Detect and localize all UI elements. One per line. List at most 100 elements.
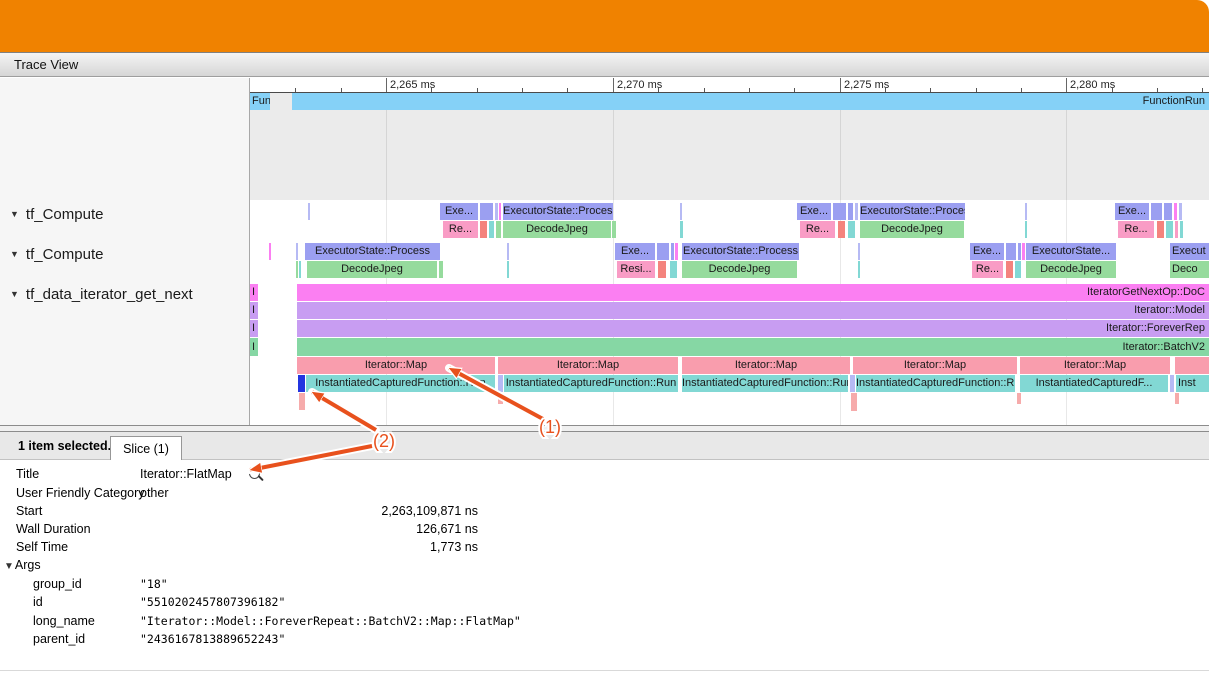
trace-slice[interactable]: InstantiatedCapturedF...	[1020, 375, 1168, 392]
trace-slice[interactable]	[1157, 221, 1164, 238]
trace-slice[interactable]	[848, 203, 853, 220]
trace-slice[interactable]	[848, 221, 855, 238]
trace-slice[interactable]: ExecutorState...	[1026, 243, 1116, 260]
trace-slice[interactable]: IteratorGetNextOp::DoC	[297, 284, 1209, 301]
trace-slice[interactable]: Iterator::Model	[297, 302, 1209, 319]
trace-slice[interactable]: I	[250, 284, 258, 301]
timeline-canvas[interactable]: 2,265 ms2,270 ms2,275 ms2,280 ms FunFunc…	[250, 78, 1209, 425]
collapse-triangle-icon[interactable]: ▼	[10, 249, 19, 259]
pane-splitter[interactable]	[0, 425, 1209, 432]
trace-slice[interactable]: Iterator::Map	[682, 357, 850, 374]
trace-slice[interactable]	[670, 261, 677, 278]
trace-slice[interactable]	[680, 203, 682, 220]
trace-slice[interactable]: Re...	[800, 221, 835, 238]
trace-slice[interactable]: Exe...	[797, 203, 831, 220]
trace-slice[interactable]	[858, 243, 860, 260]
trace-slice[interactable]: Re...	[972, 261, 1003, 278]
sidebar-item-tf-data-iterator-get-next[interactable]: ▼tf_data_iterator_get_next	[10, 285, 193, 303]
trace-slice[interactable]	[1180, 221, 1183, 238]
trace-slice[interactable]	[480, 221, 487, 238]
trace-slice[interactable]: DecodeJpeg	[503, 221, 611, 238]
trace-slice[interactable]	[838, 221, 845, 238]
trace-slice[interactable]: Fun	[250, 93, 270, 110]
trace-slice[interactable]: InstantiatedCapturedFunction::Run	[856, 375, 1015, 392]
sidebar-item-tf-Compute[interactable]: ▼tf_Compute	[10, 245, 103, 263]
trace-slice[interactable]	[612, 221, 616, 238]
trace-slice[interactable]: DecodeJpeg	[860, 221, 964, 238]
trace-slice[interactable]	[1174, 203, 1177, 220]
trace-slice[interactable]	[1175, 357, 1209, 374]
trace-slice[interactable]: Re...	[443, 221, 478, 238]
trace-slice[interactable]	[308, 203, 310, 220]
trace-slice[interactable]: Exe...	[440, 203, 478, 220]
trace-slice[interactable]: InstantiatedCapturedFunction::Run	[504, 375, 678, 392]
trace-slice[interactable]: I	[250, 338, 258, 356]
trace-slice[interactable]	[1006, 243, 1016, 260]
trace-slice[interactable]	[1025, 203, 1027, 220]
trace-slice[interactable]	[1006, 261, 1013, 278]
trace-slice[interactable]	[1175, 221, 1178, 238]
trace-slice[interactable]: Iterator::ForeverRep	[297, 320, 1209, 337]
tab-slice[interactable]: Slice (1)	[110, 436, 182, 461]
trace-slice[interactable]	[657, 243, 669, 260]
trace-slice[interactable]: Execut	[1170, 243, 1209, 260]
trace-slice[interactable]: DecodeJpeg	[682, 261, 797, 278]
trace-slice[interactable]: Re...	[1118, 221, 1154, 238]
trace-slice[interactable]	[296, 243, 298, 260]
trace-slice[interactable]: Exe...	[1115, 203, 1149, 220]
trace-slice[interactable]: Iterator::BatchV2	[297, 338, 1209, 356]
trace-slice[interactable]	[1164, 203, 1172, 220]
trace-slice[interactable]	[851, 393, 857, 411]
trace-slice[interactable]: Deco	[1170, 261, 1209, 278]
sidebar-item-tf-Compute[interactable]: ▼tf_Compute	[10, 205, 103, 223]
trace-slice[interactable]: DecodeJpeg	[307, 261, 437, 278]
trace-slice[interactable]	[833, 203, 846, 220]
trace-slice[interactable]: I	[250, 320, 258, 337]
args-toggle[interactable]: ▼Args	[4, 557, 41, 573]
trace-slice[interactable]: ExecutorState::Process	[860, 203, 965, 220]
trace-slice[interactable]	[680, 221, 683, 238]
trace-slice[interactable]	[498, 393, 503, 404]
trace-slice[interactable]: Exe...	[615, 243, 655, 260]
trace-slice[interactable]	[1166, 221, 1173, 238]
trace-slice[interactable]	[499, 203, 501, 220]
collapse-triangle-icon[interactable]: ▼	[10, 209, 19, 219]
trace-slice[interactable]	[495, 203, 498, 220]
trace-slice[interactable]	[296, 261, 298, 278]
trace-slice[interactable]: FunctionRun	[292, 93, 1209, 110]
trace-slice[interactable]: Exe...	[970, 243, 1004, 260]
trace-slice[interactable]	[498, 375, 503, 392]
trace-slice[interactable]	[1022, 243, 1025, 260]
trace-slice[interactable]: Inst	[1176, 375, 1209, 392]
trace-slice[interactable]	[1179, 203, 1182, 220]
trace-slice[interactable]: Iterator::Map	[498, 357, 678, 374]
trace-slice[interactable]	[480, 203, 493, 220]
magnifier-icon[interactable]	[249, 468, 260, 479]
trace-slice[interactable]	[658, 261, 666, 278]
trace-slice[interactable]	[299, 261, 301, 278]
trace-slice[interactable]	[1170, 375, 1174, 392]
trace-slice[interactable]	[671, 243, 674, 260]
trace-slice[interactable]	[1018, 243, 1021, 260]
trace-slice[interactable]	[675, 243, 678, 260]
trace-slice[interactable]	[489, 221, 494, 238]
trace-slice[interactable]	[269, 243, 271, 260]
trace-slice[interactable]	[1025, 221, 1027, 238]
selected-slice[interactable]	[298, 375, 305, 392]
trace-slice[interactable]: Iterator::Map	[853, 357, 1017, 374]
collapse-triangle-icon[interactable]: ▼	[10, 289, 19, 299]
trace-slice[interactable]	[507, 261, 509, 278]
trace-slice[interactable]	[858, 261, 860, 278]
trace-slice[interactable]: Resi...	[617, 261, 655, 278]
trace-slice[interactable]: DecodeJpeg	[1026, 261, 1116, 278]
trace-slice[interactable]	[1015, 261, 1021, 278]
trace-slice[interactable]: InstantiatedCapturedFunction::Run	[306, 375, 495, 392]
trace-slice[interactable]	[507, 243, 509, 260]
trace-slice[interactable]: InstantiatedCapturedFunction::Run	[682, 375, 848, 392]
trace-slice[interactable]: I	[250, 302, 258, 319]
trace-slice[interactable]: Iterator::Map	[1020, 357, 1170, 374]
trace-slice[interactable]: ExecutorState::Process	[503, 203, 613, 220]
trace-slice[interactable]: ExecutorState::Process	[682, 243, 799, 260]
trace-slice[interactable]: ExecutorState::Process	[305, 243, 440, 260]
args-collapse-icon[interactable]: ▼	[4, 561, 14, 572]
